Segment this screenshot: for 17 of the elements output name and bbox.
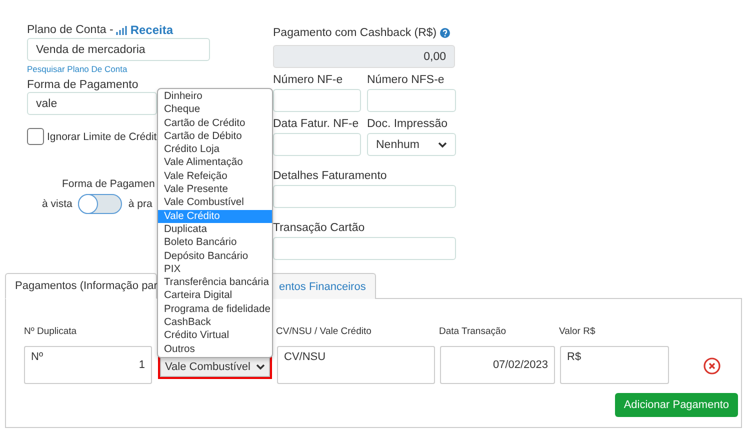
field-label: Pagamento com Cashback (R$) <box>273 27 437 39</box>
field-label: Data Fatur. NF-e <box>273 117 360 131</box>
column-label: CV/NSU / Vale Crédito <box>276 326 372 337</box>
field-label: Número NF-e <box>273 73 344 87</box>
toggle-label: à vista <box>42 198 72 210</box>
field-label: Transação Cartão <box>273 221 366 235</box>
field-label: Doc. Impressão <box>367 117 449 131</box>
field-label: Forma de Pagamento <box>27 78 140 92</box>
column-label: Data Transação <box>439 326 506 337</box>
column-label: Valor R$ <box>559 326 596 337</box>
field-label: Número NFS-e <box>367 73 446 87</box>
checkbox-label: Ignorar Limite de Crédit <box>47 130 157 144</box>
column-label: Nº Duplicata <box>24 326 77 337</box>
field-label: Detalhes Faturamento <box>273 169 388 183</box>
field-label: Forma de Pagamen <box>62 177 155 191</box>
toggle-label: à pra <box>128 198 152 210</box>
field-label: Plano de Conta - <box>27 24 114 36</box>
